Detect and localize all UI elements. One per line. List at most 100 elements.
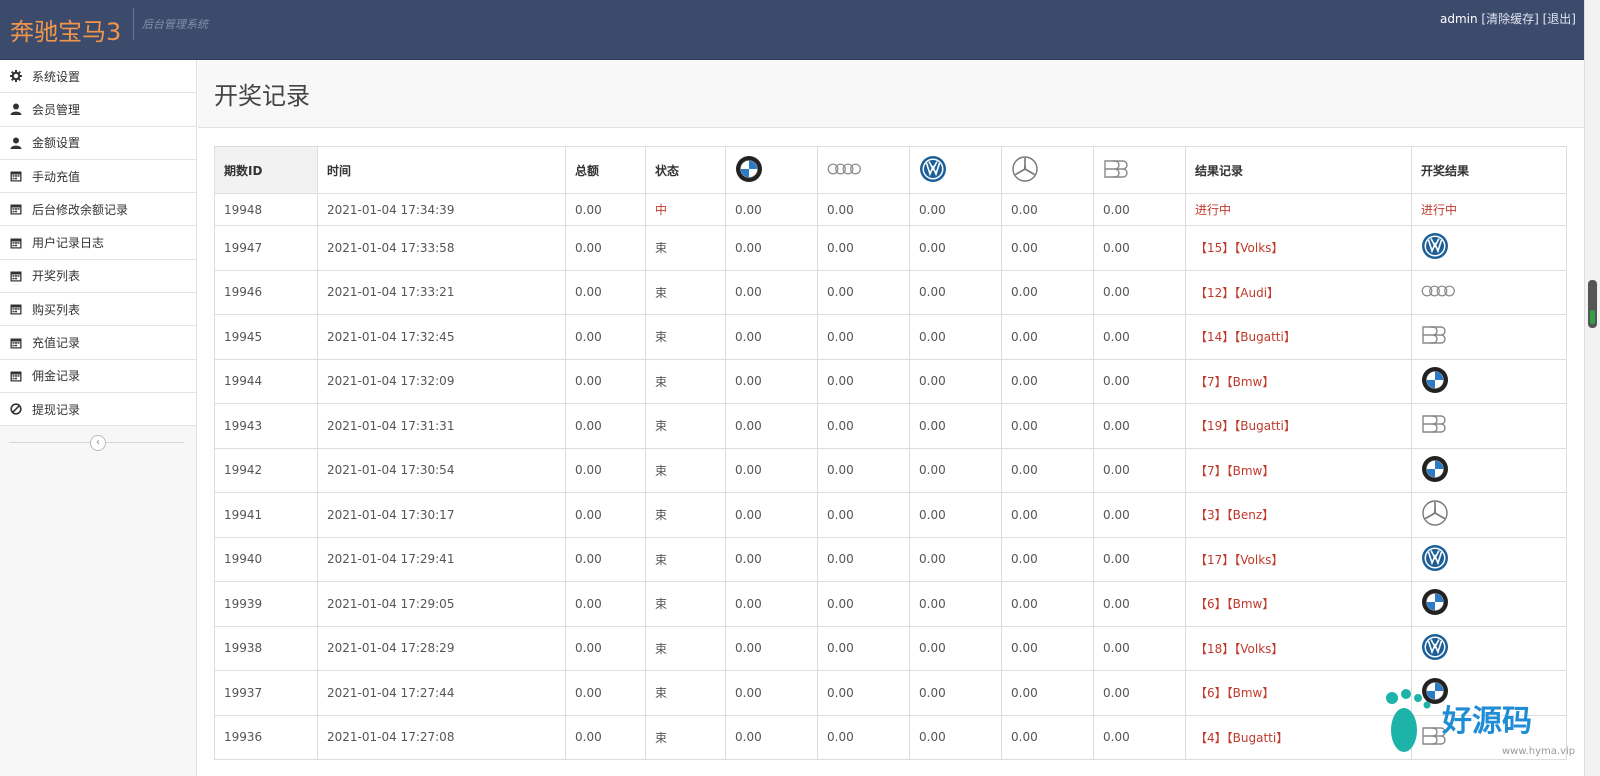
sidebar-item-label: 购买列表 bbox=[32, 302, 81, 317]
cell-bugatti: 0.00 bbox=[1093, 314, 1186, 360]
table-row: 19946 2021-01-04 17:33:21 0.00 束 0.00 0.00 0.0… bbox=[214, 269, 1567, 315]
cell-volks: 0.00 bbox=[909, 403, 1002, 449]
col-header-status[interactable]: 状态 bbox=[645, 146, 726, 194]
sidebar: 系统设置 会员管理 金额设置手动充值后台修改余额记录 用户记录日志 开奖列表购买列表充值… bbox=[0, 60, 197, 776]
cell-total: 0.00 bbox=[565, 536, 646, 582]
top-header: 奔驰宝马3 后台管理系统 admin [清除缓存] [退出] bbox=[0, 0, 1584, 60]
col-header-benz bbox=[1001, 146, 1094, 194]
cell-audi: 0.00 bbox=[817, 269, 910, 315]
cell-status: 束 bbox=[645, 314, 726, 360]
cell-bugatti: 0.00 bbox=[1093, 358, 1186, 404]
table-row: 19940 2021-01-04 17:29:41 0.00 束 0.00 0.00 0.0… bbox=[214, 536, 1567, 582]
cell-id: 19947 bbox=[214, 225, 318, 271]
sidebar-item-6[interactable]: 用户记录日志 bbox=[0, 226, 196, 260]
col-header-id[interactable]: 期数ID bbox=[214, 146, 318, 194]
table-row: 19945 2021-01-04 17:32:45 0.00 束 0.00 0.00 0.0… bbox=[214, 314, 1567, 360]
calendar-icon bbox=[9, 369, 23, 383]
sidebar-item-8[interactable]: 购买列表 bbox=[0, 293, 196, 327]
calendar-icon bbox=[9, 236, 23, 250]
brand-subtitle: 后台管理系统 bbox=[142, 18, 208, 31]
calendar-icon bbox=[9, 169, 23, 183]
volks-logo-icon bbox=[1421, 544, 1449, 575]
footprint-icon bbox=[1386, 689, 1431, 752]
sidebar-collapse-bar: ‹ bbox=[0, 426, 196, 460]
cell-draw-result bbox=[1411, 225, 1567, 271]
cell-benz: 0.00 bbox=[1001, 714, 1094, 760]
bugatti-logo-icon bbox=[1103, 158, 1133, 183]
cell-volks: 0.00 bbox=[909, 358, 1002, 404]
cell-bmw: 0.00 bbox=[725, 225, 818, 271]
cell-draw-result bbox=[1411, 492, 1567, 538]
col-header-bmw bbox=[725, 146, 818, 194]
cell-status: 束 bbox=[645, 358, 726, 404]
cell-total: 0.00 bbox=[565, 193, 646, 226]
cell-benz: 0.00 bbox=[1001, 225, 1094, 271]
cell-benz: 0.00 bbox=[1001, 269, 1094, 315]
cell-status: 束 bbox=[645, 536, 726, 582]
cell-draw-result bbox=[1411, 625, 1567, 671]
cell-status: 束 bbox=[645, 581, 726, 627]
cell-benz: 0.00 bbox=[1001, 403, 1094, 449]
sidebar-item-5[interactable]: 后台修改余额记录 bbox=[0, 193, 196, 227]
cell-benz: 0.00 bbox=[1001, 492, 1094, 538]
col-header-total[interactable]: 总额 bbox=[565, 146, 646, 194]
cell-benz: 0.00 bbox=[1001, 536, 1094, 582]
table-row: 19936 2021-01-04 17:27:08 0.00 束 0.00 0.00 0.0… bbox=[214, 714, 1567, 760]
sidebar-item-9[interactable]: 充值记录 bbox=[0, 326, 196, 360]
cell-status: 束 bbox=[645, 670, 726, 716]
user-nav: admin [清除缓存] [退出] bbox=[1440, 10, 1576, 27]
cell-id: 19939 bbox=[214, 581, 318, 627]
cell-volks: 0.00 bbox=[909, 225, 1002, 271]
cell-bugatti: 0.00 bbox=[1093, 193, 1186, 226]
cell-id: 19943 bbox=[214, 403, 318, 449]
page-scrollbar[interactable] bbox=[1584, 0, 1600, 776]
sidebar-item-7[interactable]: 开奖列表 bbox=[0, 259, 196, 294]
cell-id: 19944 bbox=[214, 358, 318, 404]
cell-benz: 0.00 bbox=[1001, 581, 1094, 627]
col-header-bugatti bbox=[1093, 146, 1186, 194]
main-content: 开奖记录 期数ID 时间 总额 状态 结果记录 开奖结果 19948 2021-0… bbox=[198, 60, 1584, 776]
logout-link[interactable]: [退出] bbox=[1543, 12, 1576, 26]
cell-total: 0.00 bbox=[565, 225, 646, 271]
user-icon bbox=[9, 136, 23, 150]
username: admin bbox=[1439, 12, 1478, 26]
user-icon bbox=[9, 102, 23, 116]
sidebar-item-label: 手动充值 bbox=[32, 169, 81, 184]
sidebar-item-4[interactable]: 手动充值 bbox=[0, 159, 196, 194]
cell-bmw: 0.00 bbox=[725, 358, 818, 404]
cell-bmw: 0.00 bbox=[725, 625, 818, 671]
cell-draw-result bbox=[1411, 314, 1567, 360]
volks-logo-icon bbox=[1421, 633, 1449, 664]
cell-draw-result bbox=[1411, 447, 1567, 493]
sidebar-item-label: 充值记录 bbox=[32, 336, 81, 351]
cell-time: 2021-01-04 17:33:58 bbox=[317, 225, 566, 271]
sidebar-item-2[interactable]: 会员管理 bbox=[0, 93, 196, 127]
cell-status: 中 bbox=[645, 193, 726, 226]
cell-id: 19937 bbox=[214, 670, 318, 716]
sidebar-item-3[interactable]: 金额设置 bbox=[0, 126, 196, 160]
table-row: 19941 2021-01-04 17:30:17 0.00 束 0.00 0.00 0.0… bbox=[214, 492, 1567, 538]
collapse-sidebar-button[interactable]: ‹ bbox=[90, 435, 106, 452]
cell-time: 2021-01-04 17:27:08 bbox=[317, 714, 566, 760]
cell-bugatti: 0.00 bbox=[1093, 714, 1186, 760]
brand-logo-text[interactable]: 奔驰宝马3 bbox=[10, 12, 121, 47]
col-header-time[interactable]: 时间 bbox=[317, 146, 566, 194]
cell-result-record: 【7】【Bmw】 bbox=[1185, 447, 1412, 493]
bugatti-logo-icon bbox=[1421, 324, 1451, 349]
cell-result-record: 【6】【Bmw】 bbox=[1185, 670, 1412, 716]
sidebar-item-10[interactable]: 佣金记录 bbox=[0, 359, 196, 393]
cell-result-record: 【7】【Bmw】 bbox=[1185, 358, 1412, 404]
clear-cache-link[interactable]: [清除缓存] bbox=[1481, 12, 1538, 26]
cell-time: 2021-01-04 17:27:44 bbox=[317, 670, 566, 716]
sidebar-item-11[interactable]: 提现记录 bbox=[0, 392, 196, 427]
cell-benz: 0.00 bbox=[1001, 358, 1094, 404]
col-header-result-record[interactable]: 结果记录 bbox=[1185, 146, 1412, 194]
cell-bmw: 0.00 bbox=[725, 269, 818, 315]
sidebar-item-1[interactable]: 系统设置 bbox=[0, 60, 196, 94]
cell-status: 束 bbox=[645, 492, 726, 538]
cell-volks: 0.00 bbox=[909, 581, 1002, 627]
cell-bugatti: 0.00 bbox=[1093, 225, 1186, 271]
cell-status: 束 bbox=[645, 625, 726, 671]
col-header-draw-result[interactable]: 开奖结果 bbox=[1411, 146, 1567, 194]
cell-benz: 0.00 bbox=[1001, 670, 1094, 716]
